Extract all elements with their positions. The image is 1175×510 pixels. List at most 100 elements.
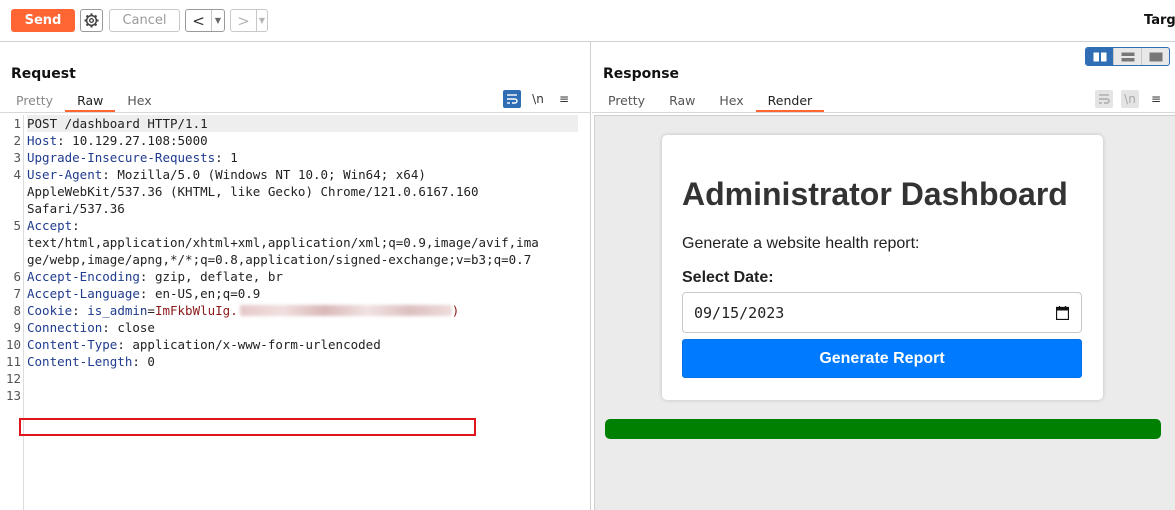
request-tab-hex[interactable]: Hex [115,92,163,112]
header-value: 0 [139,354,155,369]
header-value: Mozilla/5.0 (Windows NT 10.0; Win64; x64… [109,167,426,182]
target-label[interactable]: Targe [1144,13,1175,28]
code-text: POST /dashboard HTTP/1.1 [27,115,578,132]
header-line: Accept-Language: en-US,en;q=0.9 [27,285,578,302]
request-editor[interactable]: 1 POST /dashboard HTTP/1.1 2 Host: 10.129.2… [0,115,590,510]
word-wrap-icon [507,94,518,104]
header-colon: : [72,303,80,318]
request-tab-raw[interactable]: Raw [65,92,116,112]
header-colon: : [132,354,140,369]
word-wrap-toggle[interactable] [503,90,521,108]
response-title: Response [603,66,680,82]
code-line: AppleWebKit/537.36 (KHTML, like Gecko) C… [0,183,590,200]
layout-stacked-button[interactable] [1114,48,1142,65]
cookie-highlight-box [19,418,476,436]
send-button[interactable]: Send [11,9,75,32]
date-label: Select Date: [682,269,774,286]
date-input[interactable]: 09/15/2023 [682,292,1082,333]
line-number: 9 [13,320,21,335]
code-text: text/html,application/xhtml+xml,applicat… [27,235,539,250]
code-line: 6 Accept-Encoding: gzip, deflate, br [0,268,590,285]
header-name: Upgrade-Insecure-Requests [27,150,216,165]
code-text: ge/webp,image/apng,*/*;q=0.8,application… [27,252,532,267]
code-line: 10 Content-Type: application/x-www-form-u… [0,336,590,353]
redacted-signature [239,305,452,316]
response-tab-hex[interactable]: Hex [707,92,755,112]
header-name: Connection [27,320,103,335]
request-tabs: Pretty Raw Hex [4,92,164,112]
header-value: application/x-www-form-urlencoded [124,337,381,352]
line-number: 12 [5,371,21,386]
header-colon: : [215,150,223,165]
line-number: 13 [5,388,21,403]
code-text: Safari/537.36 [27,201,125,216]
status-progress-bar [605,419,1161,439]
header-name: Accept [27,218,73,233]
cookie-value-end: ) [451,303,460,318]
line-number: 10 [5,337,21,352]
request-menu-icon[interactable]: ≡ [555,90,573,108]
dashboard-title: Administrator Dashboard [682,176,1068,212]
header-colon: : [117,337,125,352]
request-panel: Request Pretty Raw Hex \n ≡ 1 POST /dashb… [0,42,591,510]
layout-side-by-side-button[interactable] [1086,48,1114,65]
line-number: 3 [13,150,21,165]
response-menu-icon[interactable]: ≡ [1147,90,1165,108]
line-number: 4 [13,167,21,182]
code-line: 8 Cookie: is_admin=ImFkbWluIg.) [0,302,590,319]
header-value: is_admin [79,303,148,318]
dashboard-subtitle: Generate a website health report: [682,235,920,252]
code-line: 4 User-Agent: Mozilla/5.0 (Windows NT 10.… [0,166,590,183]
history-forward-dropdown[interactable]: ▼ [257,10,267,31]
top-toolbar: Send Cancel < ▼ > ▼ Targe [0,0,1175,42]
code-line: 7 Accept-Language: en-US,en;q=0.9 [0,285,590,302]
header-colon: : [57,133,65,148]
calendar-icon[interactable] [1056,306,1069,320]
line-number: 11 [5,354,21,369]
dashboard-card: Administrator Dashboard Generate a websi… [662,135,1103,400]
response-word-wrap-toggle[interactable] [1095,90,1113,108]
header-line: Host: 10.129.27.108:5000 [27,132,578,149]
header-line: Upgrade-Insecure-Requests: 1 [27,149,578,166]
generate-report-button[interactable]: Generate Report [682,339,1082,378]
response-newline-toggle[interactable]: \n [1121,90,1139,108]
response-panel: Response Pretty Raw Hex Render \n ≡ Admi… [592,42,1175,510]
request-tab-pretty[interactable]: Pretty [4,92,65,112]
newline-toggle[interactable]: \n [529,90,547,108]
history-back-button[interactable]: < [186,10,212,31]
code-line: ge/webp,image/apng,*/*;q=0.8,application… [0,251,590,268]
layout-tabs-button[interactable] [1142,48,1169,65]
history-forward-group: > ▼ [230,9,268,32]
code-line: Safari/537.36 [0,200,590,217]
header-line: Connection: close [27,319,578,336]
header-value: close [109,320,155,335]
header-value: 10.129.27.108:5000 [64,133,208,148]
history-back-dropdown[interactable]: ▼ [212,10,224,31]
line-number: 2 [13,133,21,148]
date-value: 09/15/2023 [694,304,785,322]
header-colon: : [102,167,110,182]
response-tab-raw[interactable]: Raw [657,92,707,112]
line-number: 8 [13,303,21,318]
response-tools: \n ≡ [1095,90,1165,108]
word-wrap-icon [1099,94,1110,104]
settings-button[interactable] [80,9,103,32]
header-colon: : [102,320,110,335]
header-name: Content-Length [27,354,133,369]
code-line: 5 Accept: [0,217,590,234]
history-forward-button[interactable]: > [231,10,257,31]
cancel-button[interactable]: Cancel [109,9,180,32]
code-text: AppleWebKit/537.36 (KHTML, like Gecko) C… [27,184,479,199]
code-line: 2 Host: 10.129.27.108:5000 [0,132,590,149]
header-value: 1 [222,150,238,165]
response-tabs-divider [592,112,1175,113]
history-back-group: < ▼ [185,9,225,32]
response-tab-render[interactable]: Render [755,92,825,112]
header-line: Content-Length: 0 [27,353,578,370]
header-name: Host [27,133,58,148]
gear-icon [84,13,99,28]
line-number: 5 [13,218,21,233]
response-tab-pretty[interactable]: Pretty [596,92,657,112]
